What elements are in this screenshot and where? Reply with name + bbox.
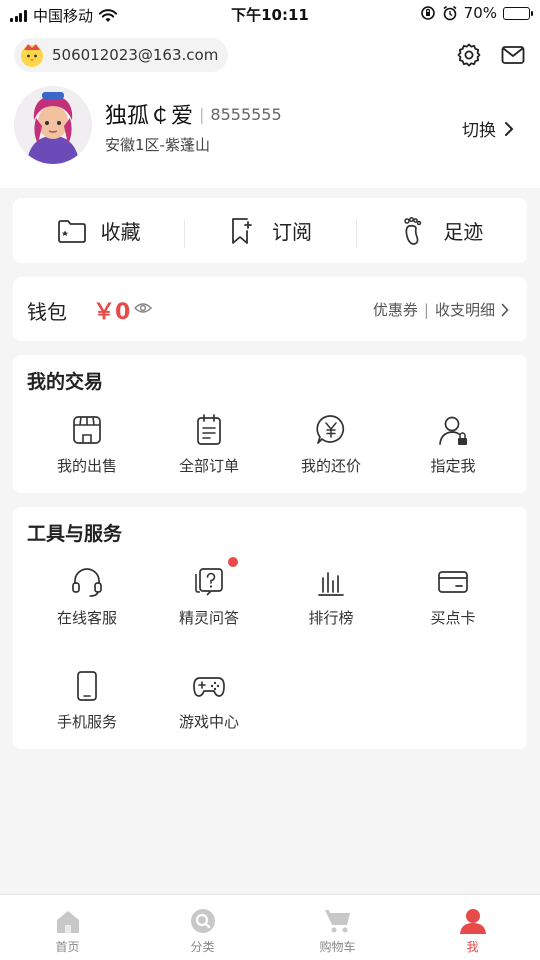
question-chat-icon <box>195 568 223 596</box>
user-name: 独孤￠爱 <box>105 104 194 129</box>
rotation-lock-icon <box>420 6 435 20</box>
assigned-to-me-label: 指定我 <box>430 457 476 475</box>
tools-title: 工具与服务 <box>27 523 123 545</box>
switch-account-button[interactable]: 切换 <box>462 116 514 141</box>
status-bar: 中国移动 下午10:11 70% <box>0 0 540 28</box>
chevron-right-icon <box>505 121 513 136</box>
wallet-amount: ￥0 <box>93 300 131 325</box>
tools-services-card: 工具与服务 在线客服 精灵问答 排行榜 买点卡 手机服务 游戏中心 <box>13 507 527 749</box>
buy-card-label: 买点卡 <box>430 609 476 627</box>
profile-page: 中国移动 下午10:11 70% 506012023@163.com 独孤￠爱 … <box>0 0 540 960</box>
chevron-right-icon <box>501 303 509 316</box>
tab-me-label: 我 <box>466 940 479 954</box>
footprint-icon <box>404 216 422 245</box>
account-pill[interactable]: 506012023@163.com <box>14 38 229 72</box>
gamepad-icon <box>193 677 225 697</box>
shop-icon <box>73 416 101 444</box>
my-sales-button[interactable]: 我的出售 <box>23 413 151 476</box>
wallet-link-separator: | <box>423 300 429 319</box>
search-icon <box>190 909 215 933</box>
footprints-button[interactable]: 足迹 <box>355 216 527 248</box>
tab-cart[interactable]: 购物车 <box>270 895 405 960</box>
my-offers-label: 我的还价 <box>300 457 361 475</box>
name-separator: | <box>199 104 205 124</box>
character-avatar-icon <box>14 86 92 164</box>
avatar[interactable] <box>14 86 92 164</box>
mobile-service-label: 手机服务 <box>56 713 117 731</box>
user-id: 8555555 <box>210 104 282 124</box>
online-support-label: 在线客服 <box>56 609 117 627</box>
my-trades-card: 我的交易 我的出售 全部订单 我的还价 指定我 <box>13 355 527 493</box>
my-sales-label: 我的出售 <box>56 457 117 475</box>
profile-icon <box>459 909 486 934</box>
ranking-icon <box>318 572 344 596</box>
quick-actions-card: 收藏 订阅 足迹 <box>13 198 527 263</box>
subscriptions-label: 订阅 <box>271 220 312 244</box>
yuan-bubble-icon <box>316 415 345 444</box>
home-icon <box>56 911 79 933</box>
tab-category[interactable]: 分类 <box>135 895 270 960</box>
tab-home[interactable]: 首页 <box>0 895 135 960</box>
chick-mascot-icon <box>21 44 43 67</box>
tab-category-label: 分类 <box>190 940 215 954</box>
mail-icon[interactable] <box>500 42 526 68</box>
profile-header: 506012023@163.com 独孤￠爱 | 8555555 安徽1区-紫蓬… <box>0 28 540 188</box>
eye-icon[interactable] <box>134 301 152 315</box>
tab-cart-label: 购物车 <box>319 940 356 954</box>
cart-icon <box>324 910 350 933</box>
user-name-row: 独孤￠爱 | 8555555 <box>105 98 282 130</box>
trades-title: 我的交易 <box>27 371 104 393</box>
tab-me[interactable]: 我 <box>405 895 540 960</box>
bookmark-plus-icon <box>232 217 252 244</box>
favorites-label: 收藏 <box>100 220 141 244</box>
game-center-label: 游戏中心 <box>178 713 239 731</box>
subscriptions-button[interactable]: 订阅 <box>184 216 355 248</box>
mobile-service-button[interactable]: 手机服务 <box>23 669 151 732</box>
coupon-link[interactable]: 优惠券 <box>373 299 418 320</box>
all-orders-button[interactable]: 全部订单 <box>145 413 273 476</box>
account-email: 506012023@163.com <box>52 46 219 64</box>
assigned-to-me-button[interactable]: 指定我 <box>389 413 517 476</box>
favorites-button[interactable]: 收藏 <box>13 216 184 246</box>
spirit-qa-button[interactable]: 精灵问答 <box>145 565 273 628</box>
transactions-link[interactable]: 收支明细 <box>435 299 495 320</box>
card-icon <box>438 571 468 593</box>
alarm-icon <box>443 5 457 21</box>
my-offers-button[interactable]: 我的还价 <box>267 413 395 476</box>
buy-card-button[interactable]: 买点卡 <box>389 565 517 628</box>
headset-icon <box>72 568 102 597</box>
bottom-tab-bar: 首页 分类 购物车 我 <box>0 894 540 960</box>
order-list-icon <box>197 414 221 445</box>
battery-icon <box>503 6 533 20</box>
tab-home-label: 首页 <box>55 940 80 954</box>
settings-gear-icon[interactable] <box>456 42 482 68</box>
all-orders-label: 全部订单 <box>178 457 239 475</box>
switch-label: 切换 <box>462 121 496 141</box>
game-center-button[interactable]: 游戏中心 <box>145 669 273 732</box>
rankings-label: 排行榜 <box>308 609 354 627</box>
battery-percent: 70% <box>463 4 497 22</box>
footprints-label: 足迹 <box>443 220 484 244</box>
user-lock-icon <box>439 416 467 445</box>
wallet-links: 优惠券 | 收支明细 <box>373 299 509 320</box>
wallet-title: 钱包 <box>27 300 67 324</box>
online-support-button[interactable]: 在线客服 <box>23 565 151 628</box>
notification-dot <box>228 557 238 567</box>
phone-icon <box>77 671 97 701</box>
spirit-qa-label: 精灵问答 <box>178 609 239 627</box>
wallet-card[interactable]: 钱包 ￥0 优惠券 | 收支明细 <box>13 277 527 341</box>
folder-icon <box>57 219 86 243</box>
server-label: 安徽1区-紫蓬山 <box>105 136 210 154</box>
rankings-button[interactable]: 排行榜 <box>267 565 395 628</box>
